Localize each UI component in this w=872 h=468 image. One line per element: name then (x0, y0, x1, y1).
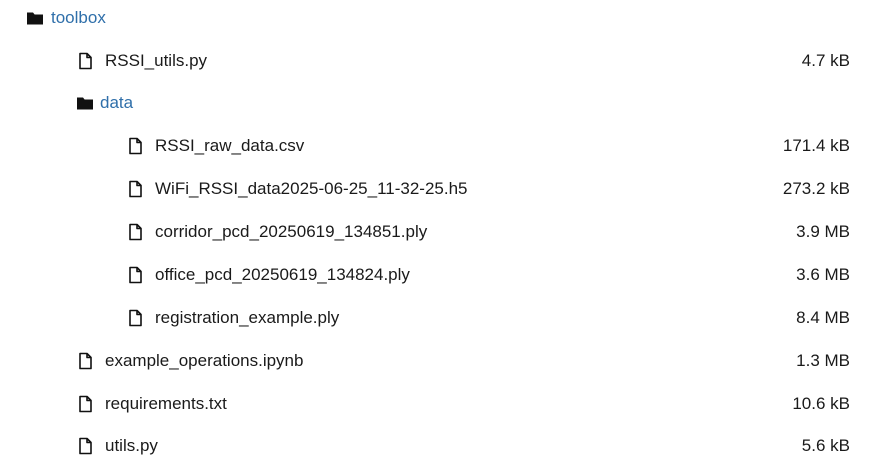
file-row[interactable]: requirements.txt 10.6 kB (0, 389, 872, 419)
file-size: 273.2 kB (782, 179, 850, 198)
file-row[interactable]: utils.py 5.6 kB (0, 431, 872, 461)
file-icon (76, 352, 94, 370)
file-name[interactable]: registration_example.ply (155, 307, 339, 329)
file-size: 171.4 kB (782, 136, 850, 155)
folder-icon (76, 94, 94, 112)
file-size: 10.6 kB (792, 394, 850, 413)
file-size: 8.4 MB (796, 308, 850, 327)
file-name[interactable]: utils.py (105, 435, 158, 457)
file-row[interactable]: RSSI_utils.py 4.7 kB (0, 46, 872, 76)
file-name[interactable]: corridor_pcd_20250619_134851.ply (155, 221, 427, 243)
file-icon (126, 309, 144, 327)
file-size: 4.7 kB (801, 51, 850, 70)
file-row[interactable]: corridor_pcd_20250619_134851.ply 3.9 MB (0, 217, 872, 247)
file-name[interactable]: WiFi_RSSI_data2025-06-25_11-32-25.h5 (155, 178, 468, 200)
file-row[interactable]: office_pcd_20250619_134824.ply 3.6 MB (0, 260, 872, 290)
file-icon (76, 437, 94, 455)
file-size: 5.6 kB (801, 436, 850, 455)
file-row[interactable]: registration_example.ply 8.4 MB (0, 303, 872, 333)
file-row[interactable]: WiFi_RSSI_data2025-06-25_11-32-25.h5 273… (0, 174, 872, 204)
file-size: 3.9 MB (796, 222, 850, 241)
file-row[interactable]: RSSI_raw_data.csv 171.4 kB (0, 131, 872, 161)
file-size: 3.6 MB (796, 265, 850, 284)
file-name[interactable]: RSSI_raw_data.csv (155, 135, 304, 157)
folder-row-toolbox[interactable]: toolbox (0, 3, 872, 33)
file-name[interactable]: RSSI_utils.py (105, 50, 207, 72)
file-icon (76, 52, 94, 70)
file-icon (126, 266, 144, 284)
folder-row-data[interactable]: data (0, 88, 872, 118)
folder-name[interactable]: toolbox (51, 7, 106, 29)
folder-name[interactable]: data (100, 92, 133, 114)
file-icon (126, 137, 144, 155)
file-row[interactable]: example_operations.ipynb 1.3 MB (0, 346, 872, 376)
file-icon (76, 395, 94, 413)
file-name[interactable]: requirements.txt (105, 393, 227, 415)
file-name[interactable]: example_operations.ipynb (105, 350, 303, 372)
file-icon (126, 180, 144, 198)
file-name[interactable]: office_pcd_20250619_134824.ply (155, 264, 410, 286)
folder-icon (26, 9, 44, 27)
file-icon (126, 223, 144, 241)
file-tree: toolbox RSSI_utils.py 4.7 kB data RSSI_r… (0, 0, 872, 468)
file-size: 1.3 MB (796, 351, 850, 370)
